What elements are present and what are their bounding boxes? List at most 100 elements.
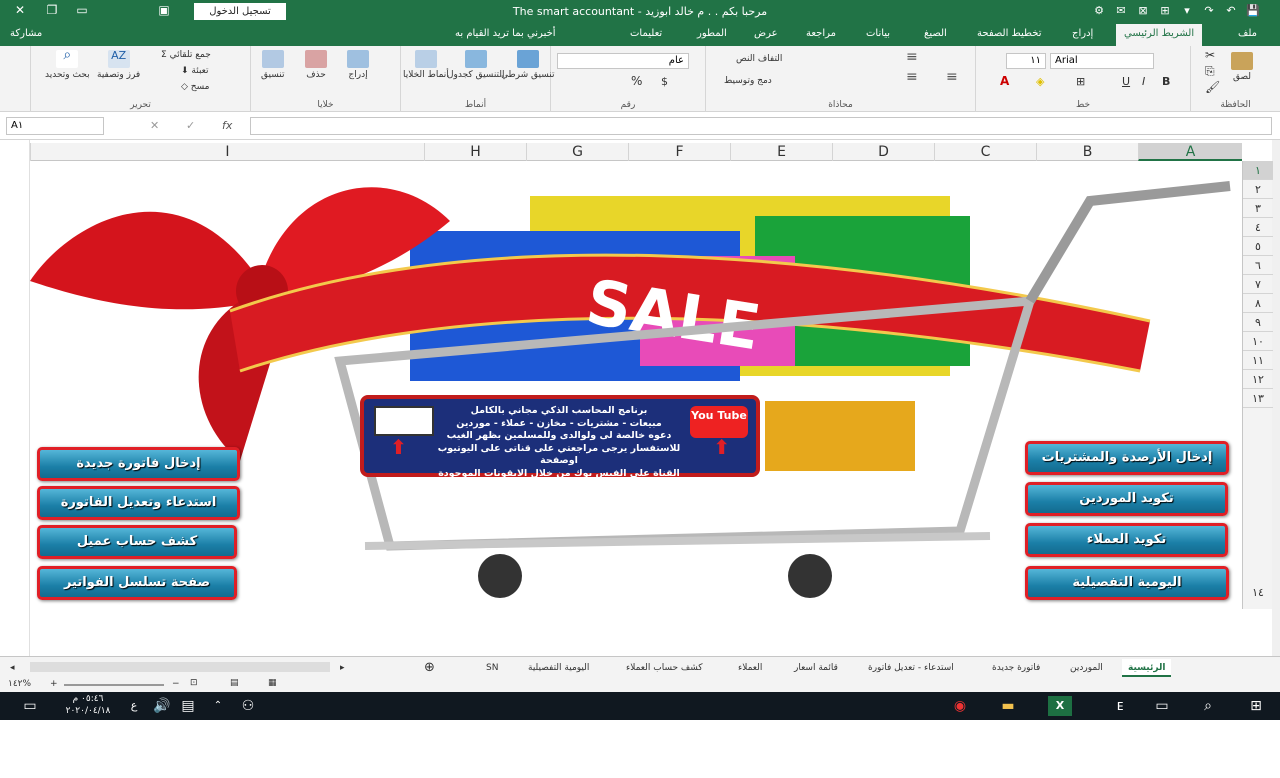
font-size-select[interactable]: ١١: [1006, 53, 1046, 69]
row-header-11[interactable]: ١١: [1243, 351, 1273, 370]
clear-button[interactable]: ◇ مسح: [181, 82, 209, 93]
row-header-10[interactable]: ١٠: [1243, 332, 1273, 351]
tab-review[interactable]: مراجعة: [806, 28, 836, 39]
cancel-icon[interactable]: ✕: [150, 119, 159, 132]
font-name-select[interactable]: Arial: [1050, 53, 1154, 69]
row-header-8[interactable]: ٨: [1243, 294, 1273, 313]
sheet-tab-new-invoice[interactable]: فاتورة جديدة: [986, 659, 1046, 677]
column-header-h[interactable]: H: [424, 143, 526, 161]
sheet-tab-main[interactable]: الرئيسية: [1122, 659, 1172, 677]
row-header-2[interactable]: ٢: [1243, 180, 1273, 199]
tab-data[interactable]: بيانات: [866, 28, 890, 39]
column-header-g[interactable]: G: [526, 143, 628, 161]
align-center-icon[interactable]: ≡: [906, 70, 918, 84]
format-cells-button[interactable]: تنسيق: [261, 50, 284, 81]
tell-me-box[interactable]: أخبرني بما تريد القيام به: [455, 28, 556, 39]
clock-date[interactable]: ٢٠٢٠/٠٤/١٨: [58, 706, 118, 716]
paste-button[interactable]: لصق: [1231, 52, 1253, 83]
start-icon[interactable]: ⊞: [1244, 696, 1268, 716]
align-top-icon[interactable]: ≡: [906, 50, 918, 64]
qat-icon-3[interactable]: ⊠: [1134, 4, 1152, 17]
column-header-b[interactable]: B: [1036, 143, 1138, 161]
wrap-text-button[interactable]: التفاف النص: [736, 54, 782, 65]
tray-chevron-icon[interactable]: ⌃: [206, 696, 230, 716]
redo-icon[interactable]: ↷: [1200, 4, 1218, 17]
sheet-tab-customers[interactable]: العملاء: [732, 659, 768, 677]
clock-time[interactable]: ٠٥:٤٦ م: [58, 694, 118, 704]
delete-cells-button[interactable]: حذف: [305, 50, 327, 81]
excel-taskbar-icon[interactable]: X: [1048, 696, 1072, 716]
column-header-a[interactable]: A: [1138, 143, 1242, 161]
column-header-e[interactable]: E: [730, 143, 832, 161]
share-button[interactable]: مشاركة: [10, 28, 42, 39]
save-icon[interactable]: 💾: [1244, 4, 1262, 17]
format-painter-icon[interactable]: 🖌: [1205, 81, 1220, 93]
network-icon[interactable]: ▤: [176, 696, 200, 716]
fill-button[interactable]: ⬇ تعبئة: [181, 66, 209, 77]
tab-file[interactable]: ملف: [1238, 28, 1257, 39]
row-header-7[interactable]: ٧: [1243, 275, 1273, 294]
row-header-12[interactable]: ١٢: [1243, 370, 1273, 389]
scroll-left-icon[interactable]: ◂: [4, 659, 21, 677]
zoom-plus-icon[interactable]: −: [172, 679, 180, 689]
row-header-4[interactable]: ٤: [1243, 218, 1273, 237]
row-header-9[interactable]: ٩: [1243, 313, 1273, 332]
youtube-icon[interactable]: You Tube: [690, 406, 748, 438]
format-as-table-button[interactable]: التنسيق كجدول: [447, 50, 505, 81]
page-break-view-icon[interactable]: ⊡: [190, 678, 198, 688]
column-header-d[interactable]: D: [832, 143, 934, 161]
insert-function-button[interactable]: fx: [222, 119, 232, 132]
vertical-scrollbar[interactable]: [1272, 140, 1280, 660]
align-right-icon[interactable]: ≡: [946, 70, 958, 84]
task-view-icon[interactable]: ▭: [1150, 696, 1174, 716]
currency-icon[interactable]: $: [661, 76, 668, 87]
sheet-tab-recall-invoice[interactable]: استدعاء - تعديل فاتورة: [862, 659, 960, 677]
formula-input[interactable]: [250, 117, 1272, 135]
tab-view[interactable]: عرض: [754, 28, 778, 39]
normal-view-icon[interactable]: ▦: [268, 678, 277, 688]
row-header-5[interactable]: ٥: [1243, 237, 1273, 256]
qat-icon-1[interactable]: ⚙: [1090, 4, 1108, 17]
tab-formulas[interactable]: الصيغ: [924, 28, 947, 39]
name-box[interactable]: A١: [6, 117, 104, 135]
font-color-icon[interactable]: A: [1000, 75, 1009, 87]
invoice-sequence-button[interactable]: صفحة تسلسل الفواتير: [37, 566, 237, 600]
copy-icon[interactable]: ⎘: [1205, 65, 1215, 77]
zoom-minus-icon[interactable]: +: [50, 679, 58, 689]
supplier-codes-button[interactable]: تكويد الموردين: [1025, 482, 1228, 516]
percent-icon[interactable]: %: [631, 75, 642, 87]
conditional-formatting-button[interactable]: تنسيق شرطي: [501, 50, 555, 81]
autosum-button[interactable]: Σ جمع تلقائي: [161, 50, 211, 61]
zoom-level[interactable]: ١٤٢%: [8, 679, 31, 689]
file-explorer-icon[interactable]: ▬: [996, 696, 1020, 716]
customer-codes-button[interactable]: تكويد العملاء: [1025, 523, 1228, 557]
edge-icon[interactable]: ᴇ: [1108, 696, 1132, 716]
row-header-14[interactable]: ١٤: [1243, 408, 1273, 609]
row-header-1[interactable]: ١: [1243, 161, 1273, 180]
sheet-tab-suppliers[interactable]: الموردين: [1064, 659, 1109, 677]
facebook-icon[interactable]: [374, 406, 434, 436]
qat-icon-4[interactable]: ⊞: [1156, 4, 1174, 17]
tab-page-layout[interactable]: تخطيط الصفحة: [977, 28, 1042, 39]
tab-help[interactable]: تعليمات: [630, 28, 662, 39]
page-layout-view-icon[interactable]: ▤: [230, 678, 239, 688]
insert-cells-button[interactable]: إدراج: [347, 50, 369, 81]
borders-icon[interactable]: ⊞: [1076, 76, 1085, 87]
undo-icon[interactable]: ↶: [1222, 4, 1240, 17]
sheet-tab-customer-statement[interactable]: كشف حساب العملاء: [620, 659, 709, 677]
customer-statement-button[interactable]: كشف حساب عميل: [37, 525, 237, 559]
qat-icon-2[interactable]: ✉: [1112, 4, 1130, 17]
language-indicator[interactable]: ع: [122, 696, 146, 716]
column-header-f[interactable]: F: [628, 143, 730, 161]
underline-button[interactable]: U: [1122, 76, 1130, 87]
search-taskbar-icon[interactable]: ⌕: [1196, 696, 1220, 716]
qat-dropdown-icon[interactable]: ▾: [1178, 4, 1196, 17]
column-header-i[interactable]: I: [30, 143, 424, 161]
recall-invoice-button[interactable]: استدعاء وتعديل الفاتورة: [37, 486, 240, 520]
zoom-slider[interactable]: [64, 684, 164, 686]
number-format-select[interactable]: عام: [557, 53, 689, 69]
bold-button[interactable]: B: [1162, 76, 1170, 87]
balances-purchases-button[interactable]: إدخال الأرصدة والمشتريات: [1025, 441, 1229, 475]
scroll-right-icon[interactable]: ▸: [334, 659, 351, 677]
row-header-13[interactable]: ١٣: [1243, 389, 1273, 408]
